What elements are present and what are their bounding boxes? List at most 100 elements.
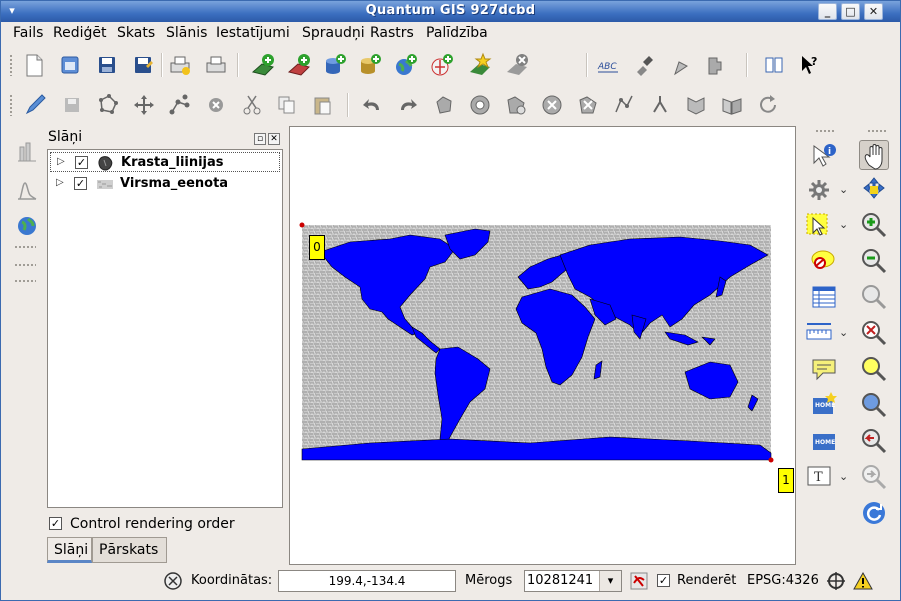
layer-visibility-checkbox[interactable]: ✓ bbox=[74, 177, 87, 190]
new-project-icon[interactable] bbox=[21, 52, 47, 78]
zoom-in-icon[interactable] bbox=[859, 210, 889, 240]
pin-icon[interactable] bbox=[631, 52, 657, 78]
layer-visibility-checkbox[interactable]: ✓ bbox=[75, 156, 88, 169]
copy-icon[interactable] bbox=[274, 92, 300, 118]
add-wms-layer-icon[interactable] bbox=[393, 52, 419, 78]
node-tool-icon[interactable] bbox=[167, 92, 193, 118]
add-ring-icon[interactable] bbox=[467, 92, 493, 118]
print-composer-icon[interactable] bbox=[167, 52, 193, 78]
help-contents-icon[interactable] bbox=[761, 52, 787, 78]
remove-layer-icon[interactable] bbox=[504, 52, 530, 78]
zoom-full-icon[interactable] bbox=[859, 282, 889, 312]
whats-this-icon[interactable]: ? bbox=[797, 52, 823, 78]
undo-icon[interactable] bbox=[359, 92, 385, 118]
map-canvas[interactable]: 0 1 bbox=[289, 126, 796, 565]
expand-arrow-icon[interactable]: ▷ bbox=[56, 177, 64, 188]
layer-item[interactable]: ▷ ✓ Virsma_eenota bbox=[50, 174, 280, 194]
rotate-icon[interactable] bbox=[755, 92, 781, 118]
text-annotation-icon[interactable]: T bbox=[804, 462, 834, 492]
annotation-0[interactable]: 0 bbox=[309, 235, 325, 260]
simplify-icon[interactable] bbox=[431, 92, 457, 118]
redo-icon[interactable] bbox=[395, 92, 421, 118]
delete-part-icon[interactable] bbox=[575, 92, 601, 118]
warning-icon[interactable] bbox=[853, 571, 873, 591]
histogram-icon[interactable] bbox=[14, 177, 40, 203]
open-project-icon[interactable] bbox=[57, 52, 83, 78]
chevron-down-icon[interactable]: ▾ bbox=[599, 571, 621, 591]
close-button[interactable]: ✕ bbox=[864, 3, 883, 20]
menu-file[interactable]: Fails bbox=[13, 25, 43, 41]
select-icon[interactable] bbox=[804, 210, 834, 240]
crs-label[interactable]: EPSG:4326 bbox=[747, 573, 819, 588]
menu-plugins[interactable]: Spraudņi bbox=[302, 25, 365, 41]
expand-arrow-icon[interactable]: ▷ bbox=[57, 156, 65, 167]
add-vector-layer-icon[interactable] bbox=[250, 52, 276, 78]
toggle-editing-icon[interactable] bbox=[23, 92, 49, 118]
capture-polygon-icon[interactable] bbox=[95, 92, 121, 118]
add-part-icon[interactable] bbox=[503, 92, 529, 118]
cut-icon[interactable] bbox=[239, 92, 265, 118]
toolbar-handle[interactable] bbox=[14, 279, 36, 283]
settings-icon[interactable] bbox=[804, 175, 834, 205]
add-spatialite-layer-icon[interactable] bbox=[357, 52, 383, 78]
projection-icon[interactable] bbox=[826, 571, 846, 591]
menu-view[interactable]: Skats bbox=[117, 25, 155, 41]
control-rendering-order-checkbox[interactable]: ✓ bbox=[49, 517, 62, 530]
chevron-down-icon[interactable]: ⌄ bbox=[839, 470, 848, 483]
toolbar-handle[interactable] bbox=[14, 245, 36, 249]
identify-icon[interactable]: i bbox=[809, 140, 839, 170]
pan-to-selection-icon[interactable] bbox=[859, 175, 889, 205]
tab-layers[interactable]: Slāņi bbox=[47, 537, 92, 563]
add-postgis-layer-icon[interactable] bbox=[322, 52, 348, 78]
label-icon[interactable]: ABC bbox=[595, 52, 621, 78]
plugin-icon[interactable] bbox=[703, 52, 729, 78]
toolbar-handle[interactable] bbox=[815, 129, 835, 133]
merge-icon[interactable] bbox=[683, 92, 709, 118]
reshape-icon[interactable] bbox=[611, 92, 637, 118]
zoom-out-icon[interactable] bbox=[859, 246, 889, 276]
delete-ring-icon[interactable] bbox=[539, 92, 565, 118]
coordinate-toggle-icon[interactable] bbox=[163, 571, 183, 591]
zoom-actual-size-icon[interactable] bbox=[859, 390, 889, 420]
merge-attributes-icon[interactable] bbox=[719, 92, 745, 118]
save-edits-icon[interactable] bbox=[59, 92, 85, 118]
refresh-icon[interactable] bbox=[859, 498, 889, 528]
render-checkbox[interactable]: ✓ bbox=[657, 574, 670, 587]
paste-icon[interactable] bbox=[310, 92, 336, 118]
float-dock-icon[interactable]: ▫ bbox=[254, 133, 266, 145]
delete-selected-icon[interactable] bbox=[203, 92, 229, 118]
split-icon[interactable] bbox=[647, 92, 673, 118]
toolbar-handle[interactable] bbox=[9, 54, 13, 76]
globe-icon[interactable] bbox=[14, 213, 40, 239]
minimize-button[interactable]: _ bbox=[818, 3, 837, 20]
move-feature-icon[interactable] bbox=[131, 92, 157, 118]
add-wfs-layer-icon[interactable] bbox=[429, 52, 455, 78]
zoom-last-icon[interactable] bbox=[859, 426, 889, 456]
measure-icon[interactable] bbox=[804, 318, 834, 348]
print-icon[interactable] bbox=[203, 52, 229, 78]
maximize-button[interactable]: □ bbox=[841, 3, 860, 20]
menu-help[interactable]: Palīdzība bbox=[426, 25, 488, 41]
new-bookmark-icon[interactable]: HOME bbox=[809, 390, 839, 420]
new-vector-layer-icon[interactable] bbox=[467, 52, 493, 78]
chevron-down-icon[interactable]: ⌄ bbox=[839, 183, 848, 196]
annotation-1[interactable]: 1 bbox=[778, 468, 794, 493]
menu-raster[interactable]: Rastrs bbox=[370, 25, 414, 41]
tab-overview[interactable]: Pārskats bbox=[92, 537, 167, 563]
menu-layer[interactable]: Slānis bbox=[166, 25, 207, 41]
scale-combo[interactable]: 10281241 ▾ bbox=[524, 570, 622, 592]
menu-settings[interactable]: Iestatījumi bbox=[216, 25, 290, 41]
layer-item[interactable]: ▷ ✓ Krasta_liinijas bbox=[50, 152, 280, 172]
attribute-table-icon[interactable] bbox=[809, 282, 839, 312]
coord-field[interactable]: 199.4,-134.4 bbox=[278, 570, 456, 592]
toolbar-handle[interactable] bbox=[14, 263, 36, 267]
add-raster-layer-icon[interactable] bbox=[286, 52, 312, 78]
chevron-down-icon[interactable]: ⌄ bbox=[839, 326, 848, 339]
graduated-symbol-icon[interactable] bbox=[14, 139, 40, 165]
save-as-icon[interactable] bbox=[130, 52, 156, 78]
menu-edit[interactable]: Rediģēt bbox=[53, 25, 106, 41]
save-project-icon[interactable] bbox=[94, 52, 120, 78]
toolbar-handle[interactable] bbox=[9, 94, 13, 116]
deselect-icon[interactable] bbox=[809, 246, 839, 276]
pan-icon[interactable] bbox=[859, 140, 889, 170]
